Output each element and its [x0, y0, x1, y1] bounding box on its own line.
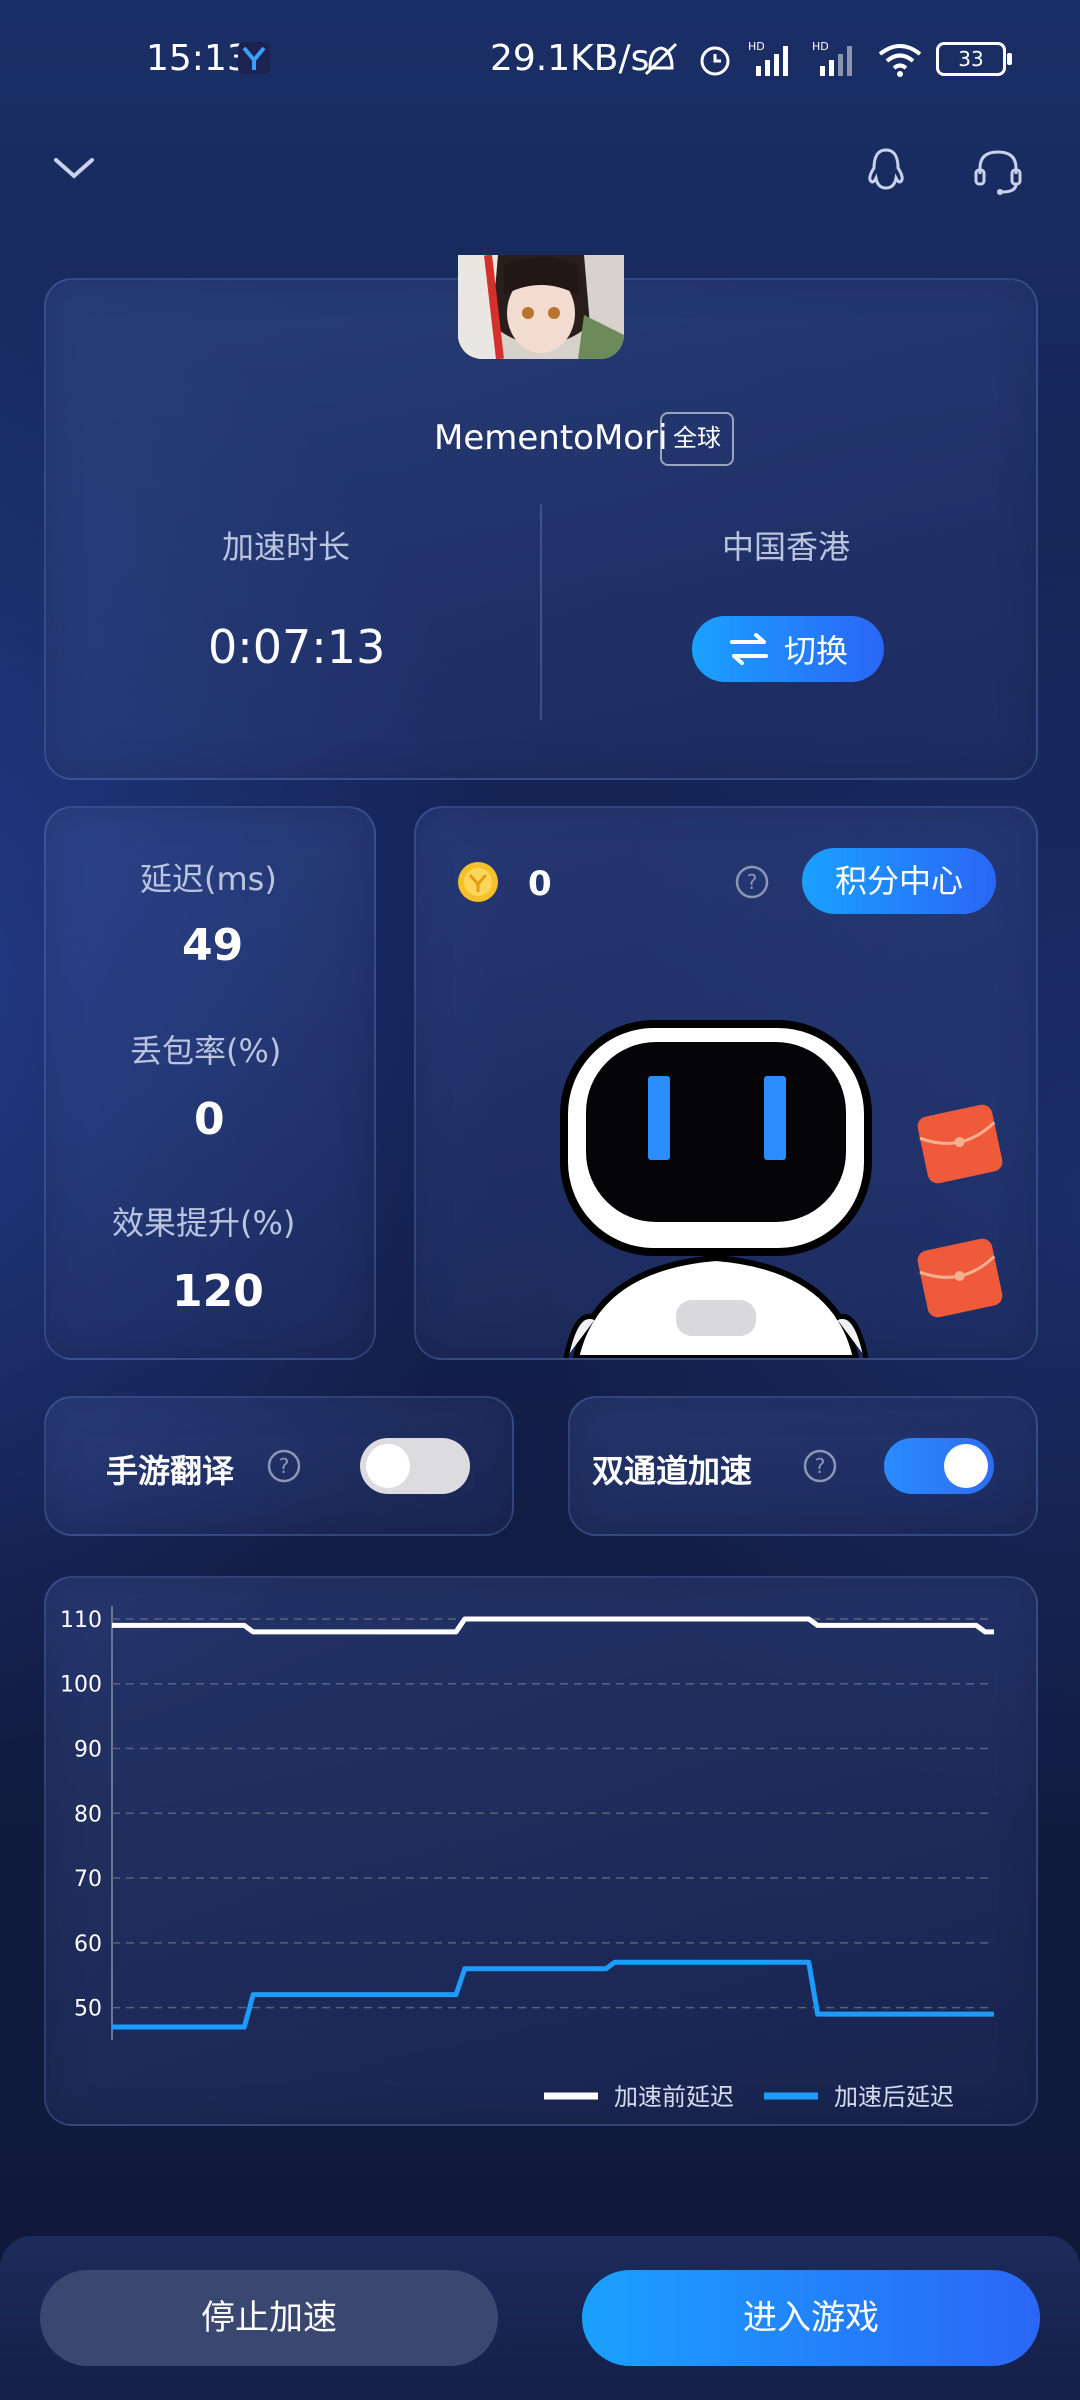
svg-text:HD: HD — [812, 40, 829, 53]
points-value: 0 — [528, 864, 552, 904]
duration-value: 0:07:13 — [208, 620, 386, 674]
boost-value: 120 — [172, 1266, 264, 1317]
translate-toggle[interactable] — [360, 1438, 470, 1494]
y-tick-label: 50 — [74, 1997, 102, 2022]
toggle-knob — [366, 1444, 410, 1488]
dual-channel-label: 双通道加速 — [592, 1452, 753, 1490]
signal-hd-icon: HD — [812, 40, 852, 76]
battery-icon: 33 — [936, 42, 1012, 76]
game-cover-image — [458, 255, 624, 359]
duration-label: 加速时长 — [222, 528, 351, 566]
svg-text:?: ? — [747, 870, 758, 894]
legend-label: 加速前延迟 — [614, 2083, 734, 2111]
wifi-icon — [878, 44, 922, 77]
y-tick-label: 60 — [74, 1932, 102, 1957]
dual-channel-help-icon[interactable]: ? — [802, 1448, 838, 1484]
y-tick-label: 100 — [60, 1673, 102, 1698]
boost-label: 效果提升(%) — [112, 1204, 296, 1242]
packet-loss-value: 0 — [194, 1094, 225, 1145]
alarm-icon — [700, 46, 730, 76]
region-tag: 全球 — [660, 412, 734, 466]
swap-arrows-icon — [729, 633, 768, 665]
stop-boost-button[interactable]: 停止加速 — [40, 2270, 498, 2366]
y-tick-label: 90 — [74, 1738, 102, 1763]
chevron-down-icon[interactable] — [52, 146, 96, 190]
node-label: 中国香港 — [722, 528, 851, 566]
latency-chart: 110 100 90 80 70 60 50 加速前延迟 加速后延迟 — [60, 1606, 994, 2111]
dual-channel-toggle[interactable] — [884, 1438, 994, 1494]
red-envelope-icon[interactable] — [916, 1104, 1004, 1184]
red-envelope-icon[interactable] — [916, 1238, 1004, 1318]
series-line-0 — [112, 1616, 994, 1635]
points-center-button[interactable]: 积分中心 — [802, 848, 996, 914]
headset-icon[interactable] — [972, 146, 1024, 196]
latency-label: 延迟(ms) — [140, 860, 277, 898]
switch-node-button[interactable]: 切换 — [692, 616, 884, 682]
app-notification-icon — [238, 42, 270, 74]
mute-alert-icon — [644, 42, 678, 76]
robot-mascot — [560, 1020, 872, 1358]
translate-label: 手游翻译 — [106, 1452, 235, 1490]
svg-text:?: ? — [279, 1454, 290, 1478]
series-line-1 — [112, 1959, 994, 2030]
penguin-icon[interactable] — [864, 146, 908, 196]
points-help-icon[interactable]: ? — [734, 864, 770, 900]
status-time: 15:13 — [146, 38, 250, 79]
coin-icon — [458, 862, 498, 902]
packet-loss-label: 丢包率(%) — [130, 1032, 282, 1070]
status-bar: 15:13 29.1KB/s HD HD 33 — [0, 0, 1080, 120]
toggle-knob — [944, 1444, 988, 1488]
latency-value: 49 — [182, 920, 244, 971]
signal-hd-icon: HD — [748, 40, 788, 76]
legend-label: 加速后延迟 — [834, 2083, 954, 2111]
y-tick-label: 110 — [60, 1608, 102, 1633]
switch-label: 切换 — [783, 632, 848, 670]
enter-game-button[interactable]: 进入游戏 — [582, 2270, 1040, 2366]
card-divider — [540, 504, 542, 720]
svg-text:HD: HD — [748, 40, 765, 53]
y-tick-label: 70 — [74, 1867, 102, 1892]
status-net-speed: 29.1KB/s — [490, 38, 650, 79]
translate-help-icon[interactable]: ? — [266, 1448, 302, 1484]
status-icons: HD HD 33 — [640, 34, 1012, 84]
y-tick-label: 80 — [74, 1802, 102, 1827]
svg-text:?: ? — [815, 1454, 826, 1478]
game-name: MementoMori — [434, 418, 668, 458]
